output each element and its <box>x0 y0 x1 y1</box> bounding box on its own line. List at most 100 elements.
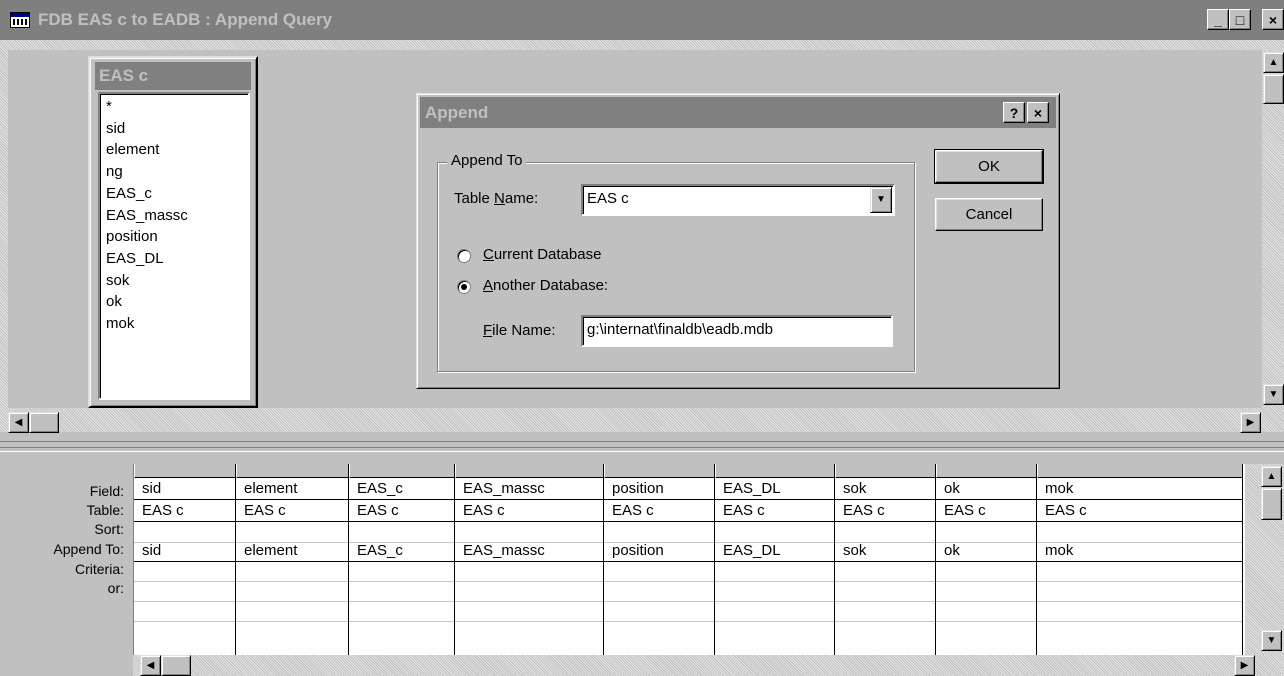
field-list-window[interactable]: EAS c * sid element ng EAS_c EAS_massc p… <box>88 56 258 408</box>
grid-cell-field[interactable]: sok <box>835 478 935 500</box>
table-name-combo[interactable]: EAS c ▼ <box>581 184 895 216</box>
design-scroll-down-button[interactable]: ▼ <box>1263 384 1284 405</box>
column-selector[interactable] <box>134 464 235 478</box>
grid-cell-table[interactable]: EAS c <box>455 500 603 522</box>
maximize-button[interactable]: □ <box>1229 9 1251 30</box>
grid-cell-criteria[interactable] <box>936 560 1036 582</box>
grid-cell-or[interactable] <box>1037 580 1242 602</box>
another-database-label[interactable]: Another Database: <box>483 277 608 294</box>
grid-cell-or[interactable] <box>936 580 1036 602</box>
query-window-icon[interactable] <box>10 12 30 28</box>
help-button[interactable]: ? <box>1003 102 1025 123</box>
grid-scroll-left-button[interactable]: ◀ <box>140 655 161 676</box>
grid-cell-table[interactable]: EAS c <box>936 500 1036 522</box>
pane-splitter[interactable] <box>0 441 1284 455</box>
grid-cell-append-to[interactable]: element <box>236 540 348 562</box>
design-scroll-left-button[interactable]: ◀ <box>8 412 29 433</box>
field-list-item[interactable]: ng <box>106 161 242 183</box>
grid-scroll-up-button[interactable]: ▲ <box>1261 466 1282 487</box>
column-selector[interactable] <box>936 464 1036 478</box>
field-list-item[interactable]: ok <box>106 291 242 313</box>
grid-cell-blank[interactable] <box>236 600 348 622</box>
column-selector[interactable] <box>455 464 603 478</box>
grid-cell-blank[interactable] <box>455 600 603 622</box>
grid-cell-or[interactable] <box>455 580 603 602</box>
grid-cell-field[interactable]: EAS_c <box>349 478 454 500</box>
field-list-item[interactable]: EAS_c <box>106 183 242 205</box>
chevron-down-icon[interactable]: ▼ <box>870 187 892 213</box>
file-name-field[interactable]: g:\internat\finaldb\eadb.mdb <box>581 315 893 347</box>
grid-hscroll-track[interactable] <box>133 655 1284 676</box>
grid-cell-criteria[interactable] <box>349 560 454 582</box>
current-database-radio[interactable] <box>457 249 471 263</box>
grid-cell-criteria[interactable] <box>835 560 935 582</box>
field-list-item[interactable]: mok <box>106 313 242 335</box>
dialog-close-button[interactable]: × <box>1027 102 1049 123</box>
column-selector[interactable] <box>236 464 348 478</box>
grid-cell-blank[interactable] <box>134 600 235 622</box>
grid-cell-field[interactable]: ok <box>936 478 1036 500</box>
field-list-title[interactable]: EAS c <box>95 62 251 90</box>
grid-cell-or[interactable] <box>236 580 348 602</box>
grid-cell-table[interactable]: EAS c <box>835 500 935 522</box>
grid-cell-table[interactable]: EAS c <box>1037 500 1242 522</box>
append-dialog-title-bar[interactable]: Append ? × <box>420 97 1056 128</box>
grid-cell-field[interactable]: sid <box>134 478 235 500</box>
field-list-item[interactable]: element <box>106 139 242 161</box>
grid-vscroll-thumb[interactable] <box>1261 488 1282 520</box>
grid-cell-field[interactable]: EAS_DL <box>715 478 834 500</box>
cancel-button[interactable]: Cancel <box>935 198 1043 231</box>
column-selector[interactable] <box>835 464 935 478</box>
column-selector[interactable] <box>1037 464 1242 478</box>
grid-cell-blank[interactable] <box>936 600 1036 622</box>
grid-cell-or[interactable] <box>134 580 235 602</box>
grid-cell-append-to[interactable]: EAS_DL <box>715 540 834 562</box>
column-selector[interactable] <box>715 464 834 478</box>
ok-button[interactable]: OK <box>934 149 1044 184</box>
field-list-item[interactable]: * <box>106 96 242 118</box>
design-scroll-up-button[interactable]: ▲ <box>1263 52 1284 73</box>
field-list-item[interactable]: sid <box>106 118 242 140</box>
grid-cell-append-to[interactable]: EAS_c <box>349 540 454 562</box>
grid-scroll-right-button[interactable]: ▶ <box>1234 655 1255 676</box>
grid-cell-field[interactable]: mok <box>1037 478 1242 500</box>
another-database-radio[interactable] <box>457 280 471 294</box>
grid-cell-append-to[interactable]: sok <box>835 540 935 562</box>
grid-hscroll-thumb[interactable] <box>161 655 191 676</box>
grid-cell-table[interactable]: EAS c <box>134 500 235 522</box>
grid-cell-append-to[interactable]: EAS_massc <box>455 540 603 562</box>
grid-cell-append-to[interactable]: position <box>604 540 714 562</box>
close-button[interactable]: × <box>1262 9 1284 30</box>
grid-cell-blank[interactable] <box>349 600 454 622</box>
grid-cell-criteria[interactable] <box>134 560 235 582</box>
field-list-item[interactable]: sok <box>106 270 242 292</box>
grid-cell-or[interactable] <box>604 580 714 602</box>
design-hscroll-thumb[interactable] <box>29 412 59 433</box>
minimize-button[interactable]: _ <box>1207 9 1229 30</box>
field-list-box[interactable]: * sid element ng EAS_c EAS_massc positio… <box>98 92 250 400</box>
grid-cell-criteria[interactable] <box>236 560 348 582</box>
grid-cell-blank[interactable] <box>1037 600 1242 622</box>
grid-cell-append-to[interactable]: mok <box>1037 540 1242 562</box>
grid-cell-field[interactable]: position <box>604 478 714 500</box>
grid-cell-blank[interactable] <box>604 600 714 622</box>
grid-cell-or[interactable] <box>715 580 834 602</box>
grid-cell-criteria[interactable] <box>455 560 603 582</box>
design-vscroll-thumb[interactable] <box>1263 74 1284 104</box>
field-list-item[interactable]: position <box>106 226 242 248</box>
grid-cell-append-to[interactable]: sid <box>134 540 235 562</box>
grid-cell-criteria[interactable] <box>1037 560 1242 582</box>
grid-cell-blank[interactable] <box>835 600 935 622</box>
grid-cell-table[interactable]: EAS c <box>349 500 454 522</box>
grid-cell-table[interactable]: EAS c <box>604 500 714 522</box>
grid-cell-field[interactable]: EAS_massc <box>455 478 603 500</box>
current-database-label[interactable]: Current Database <box>483 246 601 263</box>
grid-cell-criteria[interactable] <box>715 560 834 582</box>
design-scroll-right-button[interactable]: ▶ <box>1240 412 1261 433</box>
grid-cell-table[interactable]: EAS c <box>715 500 834 522</box>
grid-scroll-down-button[interactable]: ▼ <box>1261 630 1282 651</box>
field-list-item[interactable]: EAS_DL <box>106 248 242 270</box>
column-selector[interactable] <box>604 464 714 478</box>
grid-cell-criteria[interactable] <box>604 560 714 582</box>
grid-cell-blank[interactable] <box>715 600 834 622</box>
